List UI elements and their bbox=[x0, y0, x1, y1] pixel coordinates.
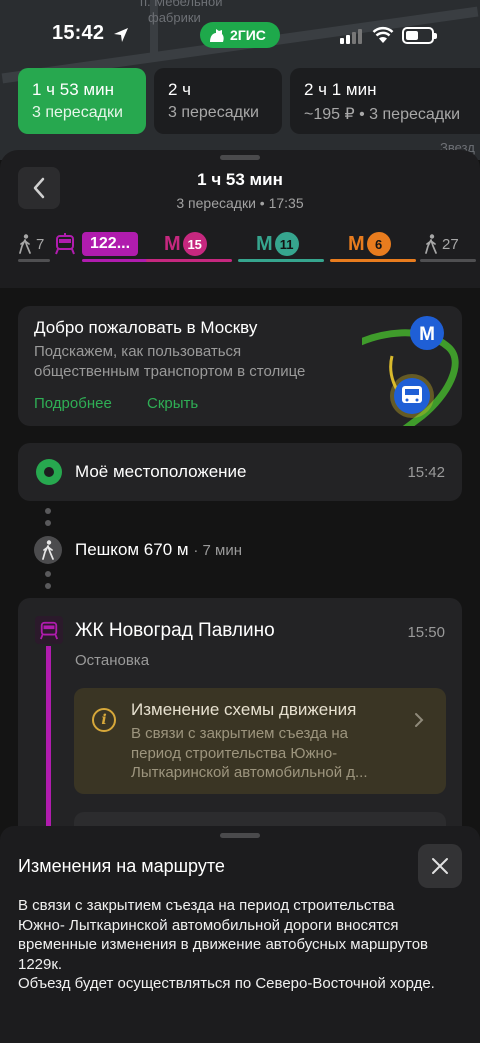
walk-icon bbox=[19, 234, 31, 254]
segment-line bbox=[238, 259, 324, 262]
stop-type: Остановка bbox=[75, 652, 150, 669]
app-badge-label: 2ГИС bbox=[230, 27, 266, 43]
info-icon: i bbox=[92, 708, 116, 732]
panel-body-line: Южно- Лыткаринской автомобильной дороги … bbox=[18, 916, 399, 934]
notice-text: В связи с закрытием съезда на период стр… bbox=[131, 725, 368, 781]
bus-stop-card[interactable]: ЖК Новоград Павлино 15:50 Остановка i Из… bbox=[18, 598, 462, 848]
segment-line bbox=[330, 259, 416, 262]
walk-duration: · 7 мин bbox=[193, 542, 242, 559]
route-option-2[interactable]: 2 ч 3 пересадки bbox=[154, 68, 282, 134]
panel-handle[interactable] bbox=[220, 833, 260, 838]
walk-path-dots bbox=[45, 508, 51, 532]
panel-title: Изменения на маршруте bbox=[18, 856, 225, 876]
sheet-handle[interactable] bbox=[220, 155, 260, 160]
route-option-time: 1 ч 53 мин bbox=[32, 80, 114, 99]
panel-body-line: В связи с закрытием съезда на период стр… bbox=[18, 897, 395, 914]
segment-metro-6[interactable]: М 6 bbox=[330, 226, 416, 262]
welcome-hide-link[interactable]: Скрыть bbox=[147, 395, 198, 412]
metro-line-badge: 15 bbox=[182, 232, 207, 256]
signal-icon bbox=[340, 29, 362, 44]
segment-metro-15[interactable]: М 15 bbox=[146, 226, 232, 262]
route-change-notice[interactable]: i Изменение схемы движения В связи с зак… bbox=[74, 688, 446, 794]
app-badge[interactable]: 2ГИС bbox=[200, 22, 280, 48]
bus-route-chip: 122... bbox=[82, 232, 139, 256]
route-duration-title: 1 ч 53 мин bbox=[197, 170, 283, 189]
segment-line bbox=[146, 259, 232, 262]
metro-icon: М bbox=[256, 232, 273, 255]
start-location-card[interactable]: Моё местоположение 15:42 bbox=[18, 443, 462, 501]
panel-body-line: 1229к. bbox=[18, 955, 63, 973]
bus-icon bbox=[55, 233, 75, 255]
status-time: 15:42 bbox=[52, 22, 105, 44]
route-option-3[interactable]: 2 ч 1 мин ~195 ₽ • 3 пересадки bbox=[290, 68, 480, 134]
segment-line bbox=[18, 259, 50, 262]
segment-walk-minutes: 27 bbox=[442, 235, 459, 253]
current-location-icon bbox=[36, 459, 62, 485]
svg-text:M: M bbox=[419, 324, 435, 345]
welcome-more-link[interactable]: Подробнее bbox=[34, 395, 112, 412]
notice-title: Изменение схемы движения bbox=[131, 700, 357, 719]
segment-line bbox=[420, 259, 476, 262]
stop-time: 15:50 bbox=[407, 624, 445, 641]
close-icon bbox=[432, 858, 448, 874]
segment-metro-11[interactable]: М 11 bbox=[238, 226, 324, 262]
segment-walk-start[interactable]: 7 bbox=[18, 226, 50, 262]
start-location-time: 15:42 bbox=[407, 464, 445, 481]
status-bar: 15:42 2ГИС bbox=[0, 0, 480, 70]
route-summary-subtitle: 3 пересадки • 17:35 bbox=[176, 195, 304, 211]
route-options: 1 ч 53 мин 3 пересадки 2 ч 3 пересадки 2… bbox=[0, 68, 480, 136]
segment-bus[interactable]: 122... bbox=[54, 226, 196, 262]
route-changes-panel: Изменения на маршруте В связи с закрытие… bbox=[0, 826, 480, 1043]
bus-icon bbox=[35, 616, 63, 644]
metro-icon: М bbox=[164, 232, 181, 255]
walk-step-text: Пешком 670 м · 7 мин bbox=[75, 540, 242, 560]
route-option-sub: 3 пересадки bbox=[32, 104, 123, 121]
segment-walk-end[interactable]: 27 bbox=[420, 226, 480, 262]
moscow-transport-illustration: M bbox=[362, 316, 459, 426]
stop-name: ЖК Новоград Павлино bbox=[75, 620, 275, 641]
welcome-title: Добро пожаловать в Москву bbox=[34, 318, 258, 337]
close-button[interactable] bbox=[418, 844, 462, 888]
welcome-text: Подскажем, как пользоваться общественным… bbox=[34, 343, 306, 380]
panel-body-line: Объезд будет осуществляться по Северо-Во… bbox=[18, 975, 435, 992]
battery-icon bbox=[402, 27, 437, 44]
metro-line-badge: 6 bbox=[366, 232, 391, 256]
chevron-right-icon bbox=[415, 713, 424, 727]
wifi-icon bbox=[372, 26, 394, 43]
route-option-sub: ~195 ₽ • 3 пересадки bbox=[304, 106, 461, 123]
walk-icon bbox=[425, 234, 437, 254]
walk-distance: Пешком 670 м bbox=[75, 540, 189, 559]
route-option-sub: 3 пересадки bbox=[168, 104, 259, 121]
bus-route-line bbox=[46, 646, 51, 848]
route-option-time: 2 ч 1 мин bbox=[304, 80, 377, 99]
start-location-name: Моё местоположение bbox=[75, 462, 247, 481]
location-arrow-icon bbox=[114, 28, 128, 42]
panel-body: В связи с закрытием съезда на период стр… bbox=[18, 896, 468, 994]
walk-icon bbox=[34, 536, 62, 564]
walk-step[interactable]: Пешком 670 м · 7 мин bbox=[34, 535, 242, 565]
route-option-1[interactable]: 1 ч 53 мин 3 пересадки bbox=[18, 68, 146, 134]
panel-body-line: временные изменения в движение автобусны… bbox=[18, 936, 429, 953]
welcome-banner[interactable]: Добро пожаловать в Москву Подскажем, как… bbox=[18, 306, 462, 426]
metro-line-badge: 11 bbox=[274, 232, 299, 256]
route-option-time: 2 ч bbox=[168, 80, 192, 99]
metro-icon: М bbox=[348, 232, 365, 255]
segment-walk-minutes: 7 bbox=[36, 235, 45, 253]
dog-logo-icon bbox=[210, 29, 224, 42]
walk-path-dots bbox=[45, 571, 51, 595]
route-segments: 7 122... М 15 М 11 М 6 27 bbox=[0, 226, 480, 266]
